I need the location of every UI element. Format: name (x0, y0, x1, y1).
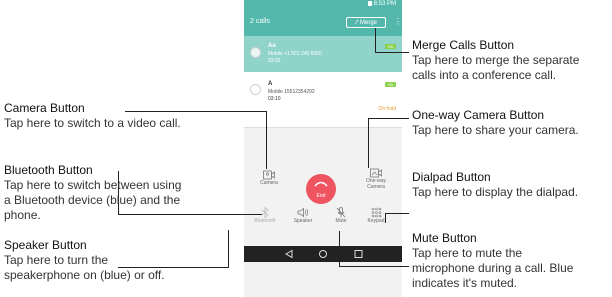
dialpad-callout-title: Dialpad Button (412, 170, 491, 184)
hd-badge: HD (385, 44, 396, 49)
hang-up-icon (314, 181, 328, 187)
status-bar: 8:53 PM (244, 0, 402, 8)
camera-callout-title: Camera Button (4, 101, 85, 115)
oneway-callout-line-h (368, 118, 409, 119)
home-icon[interactable] (319, 250, 327, 258)
merge-label: Merge (360, 20, 378, 26)
dialpad-callout-line-h (385, 213, 409, 214)
active-call-card[interactable]: Aa Mobile +1 551 245 6060 03:02 HD (244, 36, 402, 72)
back-icon[interactable] (285, 249, 293, 259)
dialpad-callout: Dialpad Button Tap here to display the d… (412, 170, 578, 200)
bluetooth-callout-text-1: Tap here to switch between using (4, 178, 182, 192)
oneway-callout-title: One-way Camera Button (412, 108, 545, 122)
speaker-icon (297, 207, 309, 218)
one-way-camera-icon (370, 168, 382, 178)
speaker-callout: Speaker Button Tap here to turn the spea… (4, 238, 165, 283)
bluetooth-callout: Bluetooth Button Tap here to switch betw… (4, 163, 181, 223)
keypad-label: Keypad (367, 218, 385, 224)
avatar (250, 84, 261, 95)
bluetooth-icon (261, 207, 269, 218)
held-call-card[interactable]: A Mobile 15512354292 03:10 HD On hold (244, 72, 402, 128)
hd-badge: HD (385, 82, 396, 87)
mute-callout-line-v (339, 231, 340, 266)
merge-callout: Merge Calls Button Tap here to merge the… (412, 38, 579, 83)
bluetooth-callout-text-3: phone. (4, 208, 41, 222)
merge-callout-line-v (375, 28, 376, 53)
mute-callout-text-2: microphone during a call. Blue (412, 261, 574, 275)
bluetooth-callout-title: Bluetooth Button (4, 163, 93, 177)
merge-callout-line-h (375, 52, 409, 53)
one-way-label-line2: Camera (367, 184, 385, 190)
calls-count: 2 calls (250, 18, 270, 25)
merge-icon: ⤤ (354, 20, 359, 26)
end-label: End (316, 193, 326, 199)
one-way-camera-button[interactable]: One-way Camera (360, 168, 392, 190)
navigation-bar (244, 246, 402, 262)
dialpad-callout-line-v (385, 213, 386, 223)
mute-callout: Mute Button Tap here to mute the microph… (412, 231, 573, 291)
speaker-callout-line-v (228, 230, 229, 268)
camera-label: Camera (260, 180, 278, 186)
oneway-callout-text-1: Tap here to share your camera. (412, 123, 579, 137)
caller-name: Aa (268, 43, 276, 49)
battery-icon (367, 1, 372, 6)
phone-screen: 8:53 PM 2 calls ⤤ Merge ⋮ Aa Mobile +1 5… (244, 0, 402, 297)
more-options-icon[interactable]: ⋮ (394, 17, 402, 27)
caller-number: Mobile 15512354292 (268, 89, 315, 95)
call-duration: 03:02 (268, 58, 281, 64)
camera-button[interactable]: Camera (254, 170, 284, 186)
dialpad-callout-text-1: Tap here to display the dialpad. (412, 185, 579, 199)
mute-callout-title: Mute Button (412, 231, 477, 245)
merge-callout-text-1: Tap here to merge the separate (412, 53, 580, 67)
camera-callout: Camera Button Tap here to switch to a vi… (4, 101, 181, 131)
status-time: 8:53 PM (373, 1, 396, 7)
camera-callout-text-1: Tap here to switch to a video call. (4, 116, 181, 130)
camera-callout-line-v (266, 111, 267, 169)
mute-button[interactable]: Mute (326, 207, 356, 224)
recent-apps-icon[interactable] (354, 250, 363, 258)
speaker-callout-title: Speaker Button (4, 238, 87, 252)
avatar (250, 47, 261, 58)
on-hold-status: On hold (378, 106, 396, 112)
merge-button[interactable]: ⤤ Merge (346, 17, 386, 28)
oneway-callout: One-way Camera Button Tap here to share … (412, 108, 579, 138)
end-call-button[interactable]: End (306, 174, 336, 204)
microphone-muted-icon (336, 207, 346, 218)
bluetooth-button[interactable]: Bluetooth (247, 207, 283, 224)
mute-callout-line-h (339, 266, 409, 267)
caller-number: Mobile +1 551 245 6060 (268, 51, 322, 57)
speaker-button[interactable]: Speaker (288, 207, 318, 224)
caller-name: A (268, 81, 273, 87)
call-header: 2 calls ⤤ Merge ⋮ (244, 8, 402, 36)
speaker-callout-text-2: speakerphone on (blue) or off. (4, 268, 165, 282)
speaker-label: Speaker (293, 218, 313, 224)
speaker-callout-text-1: Tap here to turn the (4, 253, 109, 267)
mute-label: Mute (335, 218, 347, 224)
bluetooth-callout-text-2: a Bluetooth device (blue) and the (4, 193, 181, 207)
video-camera-icon (263, 170, 275, 180)
merge-callout-title: Merge Calls Button (412, 38, 515, 52)
oneway-callout-line-v (368, 118, 369, 168)
mute-callout-text-1: Tap here to mute the (412, 246, 523, 260)
call-duration: 03:10 (268, 96, 281, 102)
dialpad-icon (371, 207, 381, 218)
mute-callout-text-3: indicates it's muted. (412, 276, 518, 290)
keypad-button[interactable]: Keypad (360, 207, 392, 224)
bluetooth-label: Bluetooth (254, 218, 276, 224)
merge-callout-text-2: calls into a conference call. (412, 68, 557, 82)
